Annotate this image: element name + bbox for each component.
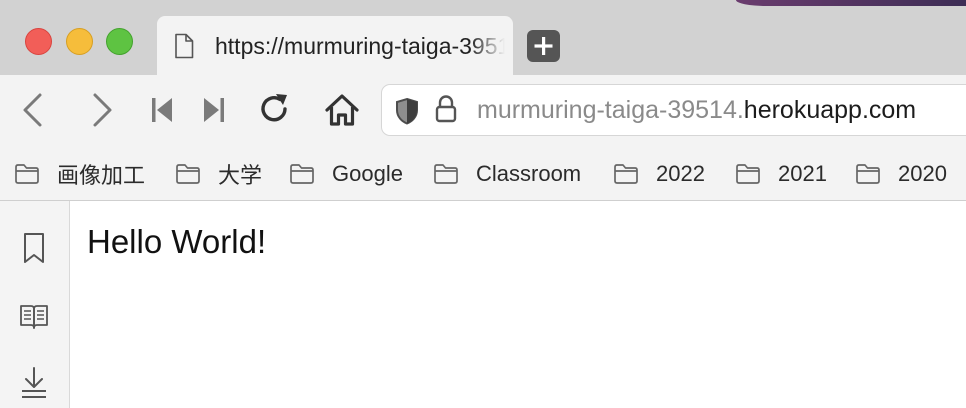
tab-strip: https://murmuring-taiga-39514.herokuapp.… (0, 0, 966, 75)
forward-button[interactable] (89, 92, 115, 133)
bookmark-label: 2021 (778, 161, 827, 186)
tab-title: https://murmuring-taiga-39514.herokuapp.… (215, 33, 505, 59)
home-button[interactable] (323, 91, 361, 134)
url-domain: herokuapp.com (743, 96, 917, 124)
bookmark-label: Classroom (476, 161, 582, 186)
folder-icon (434, 164, 458, 184)
bookmark-icon (24, 233, 44, 263)
forward-icon (93, 93, 112, 127)
new-tab-button[interactable] (527, 30, 560, 62)
address-bar[interactable]: murmuring-taiga-39514.herokuapp.com (381, 84, 966, 136)
skip-back-button[interactable] (150, 97, 174, 128)
plus-icon (534, 37, 553, 55)
folder-icon (15, 164, 39, 184)
bookmark-folder-2[interactable]: 大学 (175, 159, 262, 189)
bookmarks-bar: 画像加工 大学 Google Classroom 2022 2021 2020 (0, 151, 966, 201)
reader-sidebar-button[interactable] (19, 301, 49, 336)
bookmark-folder-5[interactable]: 2022 (613, 159, 705, 189)
reader-icon (20, 305, 48, 329)
download-icon (22, 367, 46, 398)
document-icon (174, 33, 194, 64)
reload-button[interactable] (256, 91, 292, 132)
folder-icon (856, 164, 880, 184)
bookmark-label: 2022 (656, 161, 705, 186)
back-icon (23, 93, 42, 127)
tab-active[interactable]: https://murmuring-taiga-39514.herokuapp.… (157, 16, 513, 75)
back-button[interactable] (20, 92, 46, 133)
folder-icon (176, 164, 200, 184)
url-subdomain: murmuring-taiga-39514. (477, 96, 744, 124)
bookmark-label: 2020 (898, 161, 947, 186)
downloads-sidebar-button[interactable] (19, 366, 49, 405)
bookmark-label: 画像加工 (57, 163, 146, 188)
page-content: Hello World! (70, 201, 966, 408)
skip-forward-button[interactable] (202, 97, 226, 128)
bookmark-folder-7[interactable]: 2020 (855, 159, 947, 189)
bookmark-folder-1[interactable]: 画像加工 (14, 159, 145, 189)
minimize-window-button[interactable] (66, 28, 93, 55)
bookmarks-sidebar-button[interactable] (19, 231, 49, 270)
page-text: Hello World! (87, 223, 267, 260)
sidebar (0, 201, 70, 408)
skip-back-icon (152, 98, 172, 122)
skip-forward-icon (204, 98, 224, 122)
navigation-toolbar: murmuring-taiga-39514.herokuapp.com (0, 75, 966, 151)
folder-icon (736, 164, 760, 184)
bookmark-label: Google (332, 161, 403, 186)
reload-icon (261, 94, 287, 122)
desktop-wallpaper-corner (736, 0, 966, 6)
close-window-button[interactable] (25, 28, 52, 55)
home-icon (325, 94, 359, 126)
folder-icon (614, 164, 638, 184)
url-text[interactable]: murmuring-taiga-39514.herokuapp.com (477, 96, 916, 125)
bookmark-folder-4[interactable]: Classroom (433, 159, 581, 189)
zoom-window-button[interactable] (106, 28, 133, 55)
folder-icon (290, 164, 314, 184)
bookmark-folder-3[interactable]: Google (289, 159, 403, 189)
bookmark-label: 大学 (218, 163, 263, 188)
shield-icon[interactable] (394, 97, 420, 130)
lock-icon (434, 94, 458, 129)
bookmark-folder-6[interactable]: 2021 (735, 159, 827, 189)
